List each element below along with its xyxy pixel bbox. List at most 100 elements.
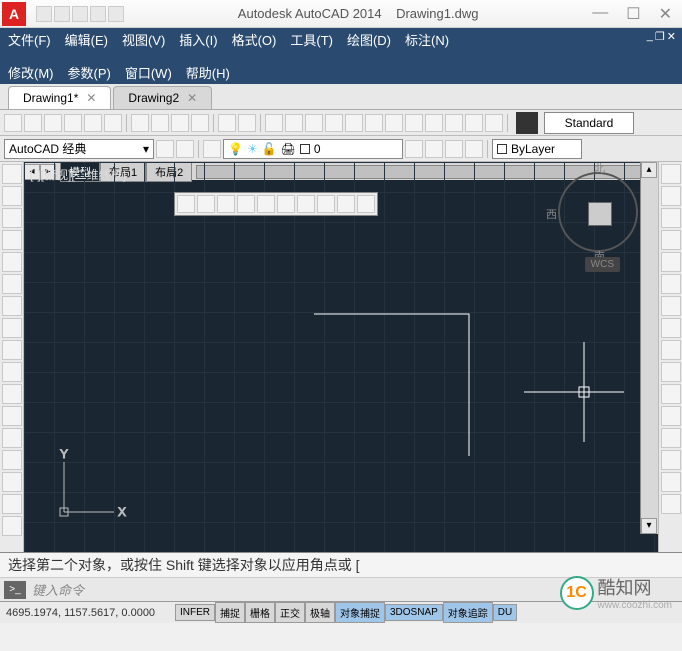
menu-draw[interactable]: 绘图(D) xyxy=(347,30,391,49)
dc-icon[interactable] xyxy=(385,114,403,132)
zoom-win-icon[interactable] xyxy=(305,114,323,132)
qat-undo-icon[interactable] xyxy=(90,6,106,22)
menu-insert[interactable]: 插入(I) xyxy=(179,30,217,49)
scale-icon[interactable] xyxy=(661,318,681,338)
menu-parametric[interactable]: 参数(P) xyxy=(68,63,111,82)
status-otrack[interactable]: 对象追踪 xyxy=(443,602,493,623)
print-icon[interactable] xyxy=(64,114,82,132)
mdi-close[interactable]: ✕ xyxy=(667,30,676,43)
hatch-icon[interactable] xyxy=(2,406,22,426)
copy-obj-icon[interactable] xyxy=(661,186,681,206)
ssm-icon[interactable] xyxy=(425,114,443,132)
tab-close-icon[interactable]: ✕ xyxy=(187,91,197,105)
break-icon[interactable] xyxy=(661,406,681,426)
help-icon[interactable] xyxy=(485,114,503,132)
qat-save-icon[interactable] xyxy=(72,6,88,22)
menu-dimension[interactable]: 标注(N) xyxy=(405,30,449,49)
open-icon[interactable] xyxy=(24,114,42,132)
redo-icon[interactable] xyxy=(238,114,256,132)
maximize-button[interactable]: ☐ xyxy=(626,4,640,24)
mdi-restore[interactable]: ❐ xyxy=(655,30,665,43)
qat-redo-icon[interactable] xyxy=(108,6,124,22)
layer-match-icon[interactable] xyxy=(465,140,483,158)
menu-format[interactable]: 格式(O) xyxy=(232,30,277,49)
move-icon[interactable] xyxy=(661,274,681,294)
pline-icon[interactable] xyxy=(2,186,22,206)
zoom-prev-icon[interactable] xyxy=(325,114,343,132)
prop-icon[interactable] xyxy=(365,114,383,132)
erase-icon[interactable] xyxy=(661,164,681,184)
layer-dropdown[interactable]: 💡 ☀ 🔓 🖨 0 xyxy=(223,139,403,159)
offset-icon[interactable] xyxy=(661,230,681,250)
gradient-icon[interactable] xyxy=(2,428,22,448)
status-ortho[interactable]: 正交 xyxy=(275,602,305,623)
tab-drawing2[interactable]: Drawing2 ✕ xyxy=(113,86,212,109)
drawing-canvas[interactable]: [-][俯视][二维线框] 北 南 东 西 WCS xyxy=(24,162,658,552)
mirror-icon[interactable] xyxy=(661,208,681,228)
extend-icon[interactable] xyxy=(661,384,681,404)
menu-help[interactable]: 帮助(H) xyxy=(186,63,230,82)
layer-manager-icon[interactable] xyxy=(203,140,221,158)
anno-style-icon[interactable] xyxy=(516,112,538,134)
table-icon[interactable] xyxy=(2,472,22,492)
pan-icon[interactable] xyxy=(265,114,283,132)
menu-file[interactable]: 文件(F) xyxy=(8,30,51,49)
scroll-up-icon[interactable]: ▴ xyxy=(641,162,657,178)
menu-edit[interactable]: 编辑(E) xyxy=(65,30,108,49)
mdi-minimize[interactable]: _ xyxy=(647,30,653,43)
status-3dosnap[interactable]: 3DOSNAP xyxy=(385,604,443,621)
cut-icon[interactable] xyxy=(131,114,149,132)
scroll-down-icon[interactable]: ▾ xyxy=(641,518,657,534)
block-icon[interactable] xyxy=(2,362,22,382)
undo-icon[interactable] xyxy=(218,114,236,132)
save-icon[interactable] xyxy=(44,114,62,132)
region-icon[interactable] xyxy=(2,450,22,470)
zoom-icon[interactable] xyxy=(345,114,363,132)
menu-tools[interactable]: 工具(T) xyxy=(290,30,333,49)
command-prompt-icon[interactable]: >_ xyxy=(4,581,26,599)
menu-view[interactable]: 视图(V) xyxy=(122,30,165,49)
ellipse-icon[interactable] xyxy=(2,318,22,338)
layer-prev-icon[interactable] xyxy=(445,140,463,158)
app-logo[interactable]: A xyxy=(2,2,26,26)
mtext-icon[interactable] xyxy=(2,494,22,514)
array-icon[interactable] xyxy=(661,252,681,272)
spline-icon[interactable] xyxy=(2,296,22,316)
circle-icon[interactable] xyxy=(2,274,22,294)
layer-state-icon[interactable] xyxy=(405,140,423,158)
publish-icon[interactable] xyxy=(104,114,122,132)
text-style-dropdown[interactable]: Standard xyxy=(544,112,634,134)
rectangle-icon[interactable] xyxy=(2,230,22,250)
status-snap[interactable]: 捕捉 xyxy=(215,602,245,623)
markup-icon[interactable] xyxy=(445,114,463,132)
ws-settings-icon[interactable] xyxy=(156,140,174,158)
qat-open-icon[interactable] xyxy=(54,6,70,22)
qat-new-icon[interactable] xyxy=(36,6,52,22)
status-osnap[interactable]: 对象捕捉 xyxy=(335,602,385,623)
workspace-dropdown[interactable]: AutoCAD 经典 ▾ xyxy=(4,139,154,159)
minimize-button[interactable]: — xyxy=(592,4,608,24)
paste-icon[interactable] xyxy=(171,114,189,132)
add-sel-icon[interactable] xyxy=(2,516,22,536)
zoom-rt-icon[interactable] xyxy=(285,114,303,132)
tool-pal-icon[interactable] xyxy=(405,114,423,132)
layer-iso-icon[interactable] xyxy=(425,140,443,158)
fillet-icon[interactable] xyxy=(661,472,681,492)
coordinates[interactable]: 4695.1974, 1157.5617, 0.0000 xyxy=(0,607,175,619)
calc-icon[interactable] xyxy=(465,114,483,132)
chamfer-icon[interactable] xyxy=(661,450,681,470)
new-icon[interactable] xyxy=(4,114,22,132)
preview-icon[interactable] xyxy=(84,114,102,132)
arc-icon[interactable] xyxy=(2,252,22,272)
point-icon[interactable] xyxy=(2,384,22,404)
match-icon[interactable] xyxy=(191,114,209,132)
polygon-icon[interactable] xyxy=(2,208,22,228)
vertical-scrollbar[interactable]: ▴ ▾ xyxy=(640,162,658,534)
color-dropdown[interactable]: ByLayer xyxy=(492,139,582,159)
ws-gear-icon[interactable] xyxy=(176,140,194,158)
close-button[interactable]: ✕ xyxy=(659,4,672,24)
entity-polyline[interactable] xyxy=(314,314,469,456)
tab-close-icon[interactable]: ✕ xyxy=(86,91,96,105)
status-polar[interactable]: 极轴 xyxy=(305,602,335,623)
tab-drawing1[interactable]: Drawing1* ✕ xyxy=(8,86,111,109)
